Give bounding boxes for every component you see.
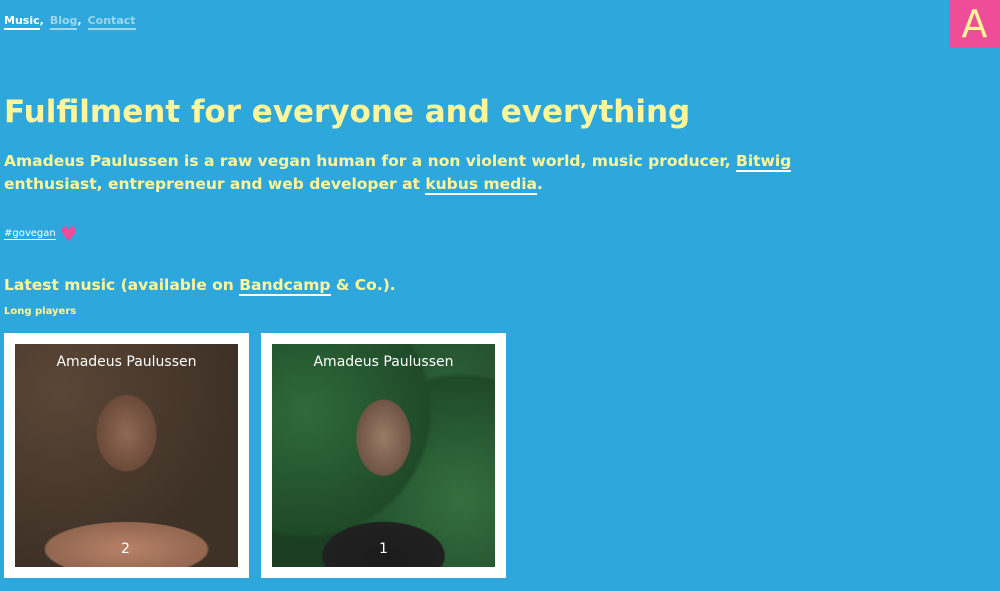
- intro-text-part: .: [536, 175, 543, 193]
- album-card-2[interactable]: Amadeus Paulussen 2: [4, 333, 249, 578]
- nav-separator: ,: [77, 14, 82, 27]
- kubus-media-link[interactable]: kubus media: [425, 175, 537, 195]
- intro-text-part: Amadeus Paulussen is a raw vegan human f…: [4, 152, 736, 170]
- bandcamp-link[interactable]: Bandcamp: [239, 276, 331, 296]
- tag-row: #govegan ♥: [4, 224, 78, 244]
- bitwig-link[interactable]: Bitwig: [736, 152, 792, 172]
- nav-link-contact[interactable]: Contact: [87, 14, 136, 30]
- album-cover-image: Amadeus Paulussen 2: [15, 344, 238, 567]
- latest-music-heading: Latest music (available on Bandcamp & Co…: [4, 276, 396, 296]
- heading-text-part: Latest music (available on: [4, 276, 240, 294]
- heading-text-part: & Co.).: [330, 276, 396, 294]
- intro-text-part: enthusiast, entrepreneur and web develop…: [4, 175, 426, 193]
- nav-link-music[interactable]: Music: [4, 14, 40, 30]
- nav-link-blog[interactable]: Blog: [49, 14, 78, 30]
- album-cover-image: Amadeus Paulussen 1: [272, 344, 495, 567]
- govegan-hashtag-link[interactable]: #govegan: [4, 228, 56, 240]
- heart-icon: ♥: [59, 222, 78, 246]
- site-logo[interactable]: A: [949, 0, 1000, 48]
- intro-text: Amadeus Paulussen is a raw vegan human f…: [4, 150, 804, 196]
- nav-separator: ,: [39, 14, 44, 27]
- album-number: 1: [379, 541, 388, 557]
- long-players-subtitle: Long players: [4, 306, 77, 317]
- album-artist: Amadeus Paulussen: [56, 354, 197, 370]
- page-headline: Fulfilment for everyone and everything: [4, 94, 691, 130]
- logo-letter: A: [961, 2, 988, 46]
- album-artist: Amadeus Paulussen: [313, 354, 454, 370]
- album-number: 2: [121, 541, 130, 557]
- album-card-1[interactable]: Amadeus Paulussen 1: [261, 333, 506, 578]
- main-nav: Music , Blog , Contact: [4, 14, 136, 30]
